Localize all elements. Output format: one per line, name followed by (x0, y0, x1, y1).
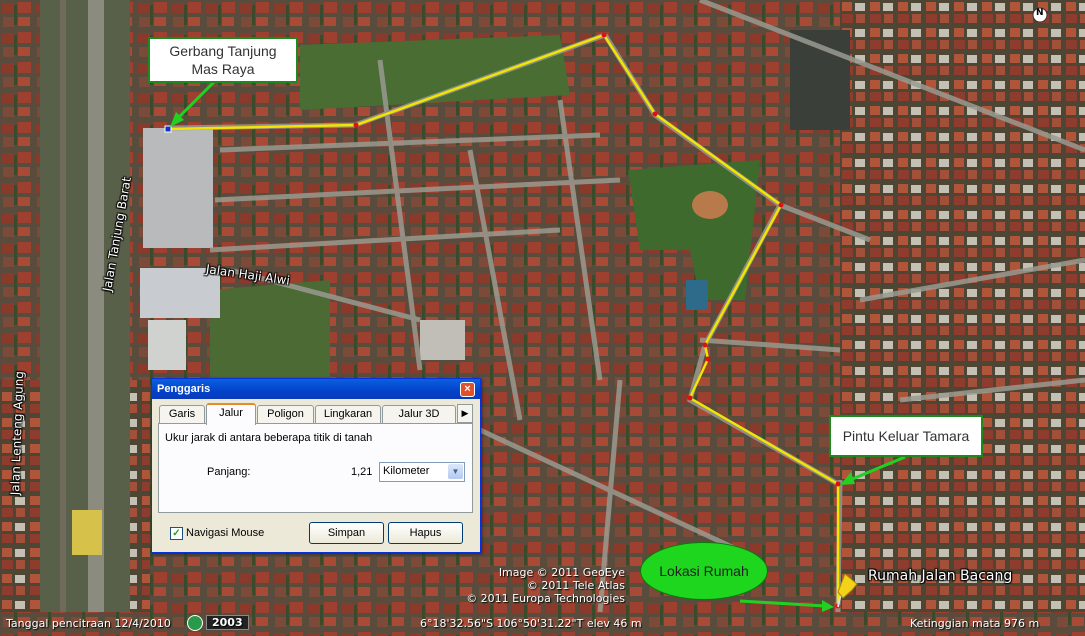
callout-start-line2: Mas Raya (191, 61, 255, 77)
attribution-line-3: © 2011 Europa Technologies (466, 592, 625, 605)
placemark-label[interactable]: Rumah Jalan Bacang (868, 568, 1012, 584)
callout-home-location: Lokasi Rumah (640, 542, 768, 600)
eye-altitude: Ketinggian mata 976 m (910, 617, 1040, 630)
attribution-line-2: © 2011 Tele Atlas (526, 579, 625, 592)
tab-panel: Ukur jarak di antara beberapa titik di t… (158, 423, 473, 513)
cursor-coordinates: 6°18'32.56"S 106°50'31.22"T elev 46 m (420, 617, 642, 630)
length-label: Panjang: (207, 466, 251, 478)
dialog-titlebar[interactable]: Penggaris × (152, 379, 480, 399)
length-value: 1,21 (351, 466, 373, 478)
attribution-line-1: Image © 2011 GeoEye (498, 566, 625, 579)
imagery-year-badge[interactable]: 2003 (206, 615, 249, 630)
clear-button[interactable]: Hapus (388, 522, 463, 544)
callout-exit-label: Pintu Keluar Tamara (842, 428, 970, 444)
callout-home-label: Lokasi Rumah (659, 563, 749, 579)
ruler-dialog: Penggaris × Garis Jalur Poligon Lingkara… (151, 378, 481, 553)
close-icon[interactable]: × (460, 382, 475, 397)
unit-select[interactable]: Kilometer ▼ (379, 462, 465, 482)
compass-north-label[interactable]: N (1036, 8, 1044, 18)
unit-select-value: Kilometer (383, 465, 430, 477)
callout-exit-gate: Pintu Keluar Tamara (829, 415, 983, 457)
mouse-navigation-label[interactable]: Navigasi Mouse (186, 527, 264, 539)
map-attribution: Image © 2011 GeoEye © 2011 Tele Atlas © … (440, 566, 625, 605)
mouse-navigation-checkbox[interactable]: ✓ (170, 527, 183, 540)
tab-poligon[interactable]: Poligon (257, 405, 314, 423)
imagery-date: Tanggal pencitraan 12/4/2010 (6, 617, 171, 630)
dialog-title: Penggaris (157, 383, 211, 395)
callout-start-gate: Gerbang Tanjung Mas Raya (148, 37, 298, 83)
tab-scroll-right-icon[interactable]: ▶ (457, 404, 473, 423)
measure-description: Ukur jarak di antara beberapa titik di t… (165, 432, 373, 444)
tab-lingkaran[interactable]: Lingkaran (315, 405, 381, 423)
tab-jalur-3d[interactable]: Jalur 3D (382, 405, 456, 423)
callout-start-line1: Gerbang Tanjung (169, 43, 277, 59)
status-bar: Tanggal pencitraan 12/4/2010 2003 6°18'3… (0, 612, 1085, 636)
historical-imagery-icon[interactable] (187, 615, 203, 631)
chevron-down-icon[interactable]: ▼ (448, 464, 463, 479)
save-button[interactable]: Simpan (309, 522, 384, 544)
tab-garis[interactable]: Garis (159, 405, 205, 423)
tab-jalur[interactable]: Jalur (206, 403, 256, 425)
